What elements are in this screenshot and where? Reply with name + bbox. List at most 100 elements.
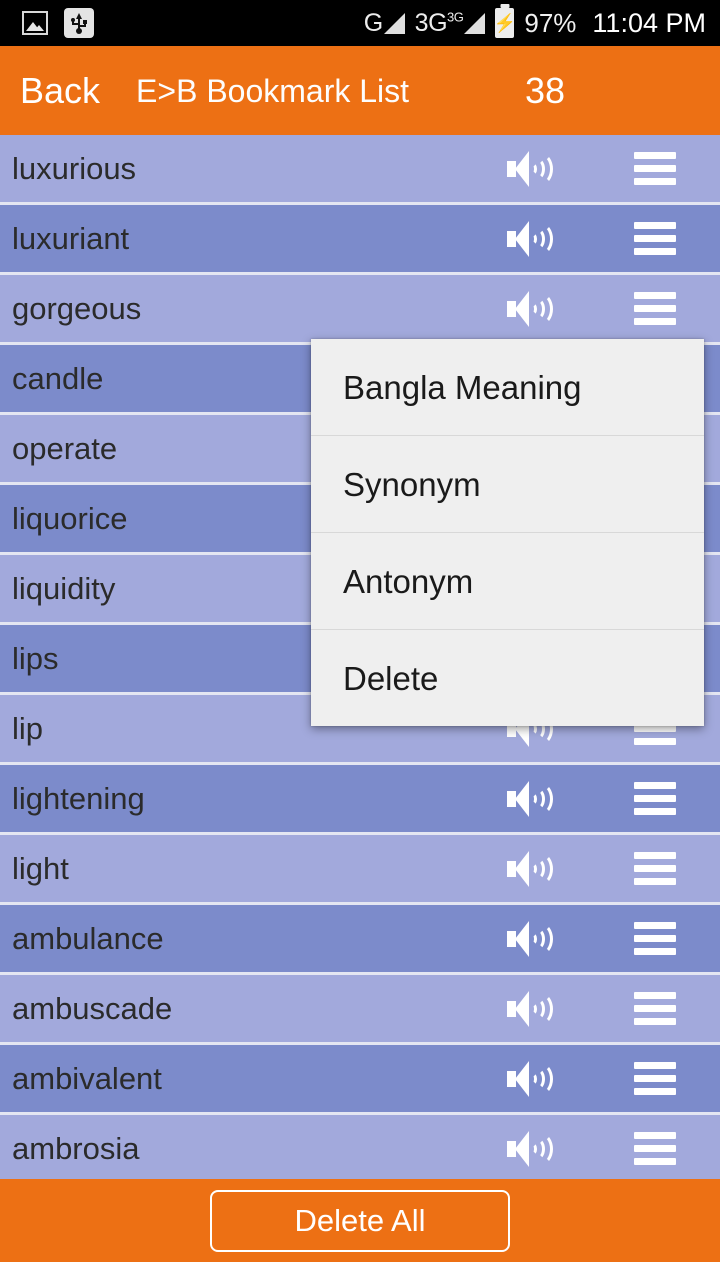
speaker-icon [507, 150, 553, 187]
hamburger-menu-icon [634, 922, 676, 955]
list-item-word: liquidity [12, 571, 116, 606]
context-menu-item[interactable]: Antonym [311, 533, 704, 630]
navigation-spacer [0, 1262, 720, 1280]
delete-all-button[interactable]: Delete All [210, 1189, 510, 1252]
speaker-wave-3 [529, 222, 553, 255]
list-item-word: lip [12, 711, 44, 746]
context-menu-item[interactable]: Synonym [311, 436, 704, 533]
hamburger-bar-3 [634, 248, 676, 255]
battery-charging-icon: ⚡ [493, 8, 517, 38]
hamburger-menu-icon [634, 152, 676, 185]
list-item[interactable]: ambuscade [0, 975, 720, 1045]
list-item[interactable]: ambrosia [0, 1115, 720, 1179]
back-button[interactable]: Back [0, 72, 100, 109]
app-header-bar: Back E>B Bookmark List 38 [0, 46, 720, 135]
list-item-word: operate [12, 431, 118, 466]
list-item-actions [470, 990, 720, 1027]
status-bar: G 3G3G ⚡ 97% 11:04 PM [0, 0, 720, 46]
list-item-word: lightening [12, 781, 145, 816]
hamburger-menu-icon [634, 222, 676, 255]
list-item-word: luxurious [12, 151, 137, 186]
hamburger-bar-3 [634, 878, 676, 885]
speaker-cone [507, 780, 529, 817]
list-item[interactable]: ambivalent [0, 1045, 720, 1115]
list-item-actions [470, 220, 720, 257]
hamburger-bar-1 [634, 852, 676, 859]
hamburger-bar-3 [634, 178, 676, 185]
hamburger-bar-3 [634, 808, 676, 815]
hamburger-bar-1 [634, 922, 676, 929]
list-item-word: ambrosia [12, 1131, 140, 1166]
usb-icon [64, 8, 94, 38]
list-item-word: liquorice [12, 501, 128, 536]
list-item-actions [470, 150, 720, 187]
overflow-menu-button[interactable] [590, 992, 720, 1025]
speaker-button[interactable] [470, 1130, 590, 1167]
hamburger-bar-1 [634, 782, 676, 789]
list-item[interactable]: luxurious [0, 135, 720, 205]
list-item-word: luxuriant [12, 221, 130, 256]
hamburger-bar-2 [634, 1075, 676, 1082]
overflow-menu-button[interactable] [590, 852, 720, 885]
hamburger-bar-3 [634, 948, 676, 955]
bolt-glyph: ⚡ [493, 13, 517, 33]
hamburger-bar-1 [634, 292, 676, 299]
speaker-button[interactable] [470, 220, 590, 257]
hamburger-bar-1 [634, 152, 676, 159]
speaker-button[interactable] [470, 780, 590, 817]
context-menu-item[interactable]: Bangla Meaning [311, 339, 704, 436]
speaker-cone [507, 850, 529, 887]
battery-percent: 97% [524, 8, 577, 38]
list-item[interactable]: gorgeous [0, 275, 720, 345]
hamburger-menu-icon [634, 992, 676, 1025]
hamburger-menu-icon [634, 292, 676, 325]
hamburger-menu-icon [634, 852, 676, 885]
network-indicator-1: G [364, 10, 405, 36]
network-2-superscript: 3G [447, 9, 464, 25]
list-item-actions [470, 1130, 720, 1167]
overflow-menu-button[interactable] [590, 292, 720, 325]
speaker-icon [507, 990, 553, 1027]
hamburger-bar-3 [634, 738, 676, 745]
list-item-word: lips [12, 641, 59, 676]
hamburger-bar-2 [634, 1005, 676, 1012]
speaker-wave-3 [529, 1062, 553, 1095]
signal-strength-icon-2 [464, 12, 486, 34]
context-menu-popup[interactable]: Bangla Meaning Synonym Antonym Delete [311, 339, 704, 726]
speaker-button[interactable] [470, 150, 590, 187]
list-item-actions [470, 290, 720, 327]
list-item-actions [470, 850, 720, 887]
overflow-menu-button[interactable] [590, 922, 720, 955]
hamburger-menu-icon [634, 1132, 676, 1165]
overflow-menu-button[interactable] [590, 222, 720, 255]
hamburger-bar-2 [634, 935, 676, 942]
list-item-word: light [12, 851, 69, 886]
speaker-cone [507, 150, 529, 187]
speaker-wave-3 [529, 922, 553, 955]
page-title: E>B Bookmark List [136, 72, 410, 109]
speaker-wave-3 [529, 292, 553, 325]
hamburger-bar-2 [634, 305, 676, 312]
network-indicator-2: 3G3G [415, 9, 486, 36]
list-item[interactable]: light [0, 835, 720, 905]
list-item-actions [470, 920, 720, 957]
overflow-menu-button[interactable] [590, 782, 720, 815]
speaker-button[interactable] [470, 290, 590, 327]
hamburger-bar-1 [634, 222, 676, 229]
list-item[interactable]: ambulance [0, 905, 720, 975]
overflow-menu-button[interactable] [590, 152, 720, 185]
speaker-cone [507, 1130, 529, 1167]
context-menu-item[interactable]: Delete [311, 630, 704, 726]
hamburger-menu-icon [634, 782, 676, 815]
speaker-button[interactable] [470, 850, 590, 887]
list-item[interactable]: lightening [0, 765, 720, 835]
overflow-menu-button[interactable] [590, 1132, 720, 1165]
hamburger-bar-1 [634, 1062, 676, 1069]
speaker-button[interactable] [470, 990, 590, 1027]
overflow-menu-button[interactable] [590, 1062, 720, 1095]
list-item[interactable]: luxuriant [0, 205, 720, 275]
speaker-button[interactable] [470, 920, 590, 957]
hamburger-bar-1 [634, 1132, 676, 1139]
speaker-button[interactable] [470, 1060, 590, 1097]
bookmark-count: 38 [524, 69, 565, 111]
